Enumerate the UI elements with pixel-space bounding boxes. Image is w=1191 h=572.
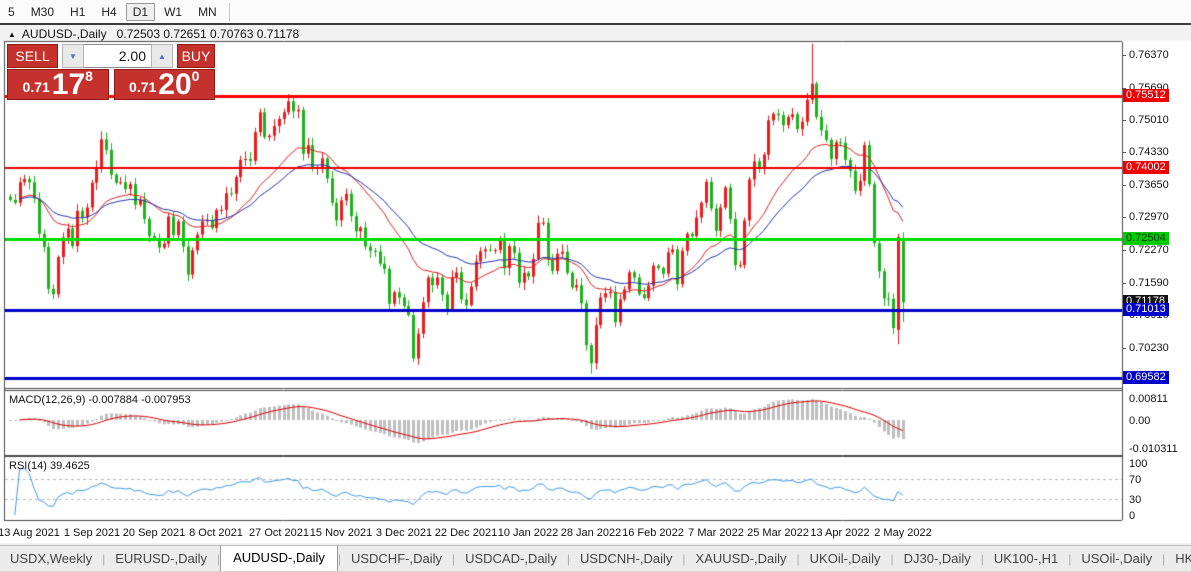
symbol-tab-dj30-daily[interactable]: DJ30-,Daily [894, 547, 981, 571]
date-axis-label: 16 Feb 2022 [622, 527, 684, 539]
price-axis-marker: 0.74002 [1123, 161, 1169, 174]
buy-price-big: 20 [158, 68, 192, 101]
rsi-axis-label: 100 [1129, 458, 1148, 470]
date-axis-label: 10 Jan 2022 [497, 527, 559, 539]
macd-indicator-label: MACD(12,26,9) -0.007884 -0.007953 [9, 394, 191, 406]
sell-button[interactable]: SELL [7, 44, 58, 68]
symbol-tab-usdcnh-daily[interactable]: USDCNH-,Daily [570, 547, 682, 571]
date-axis-label: 27 Oct 2021 [249, 527, 309, 539]
price-axis-label: 0.73650 [1129, 179, 1169, 191]
price-axis-label: 0.70230 [1129, 342, 1169, 354]
buy-button[interactable]: BUY [177, 44, 215, 68]
volume-increase-button[interactable]: ▲ [151, 44, 173, 68]
symbol-tab-ukoil-daily[interactable]: UKOil-,Daily [800, 547, 891, 571]
timeframe-toolbar: 5 M30 H1 H4 D1 W1 MN [0, 0, 1191, 25]
symbol-tab-usdx-weekly[interactable]: USDX,Weekly [0, 547, 102, 571]
price-axis-marker: 0.71013 [1123, 303, 1169, 316]
price-axis-tick-mark [1122, 120, 1126, 121]
timeframe-button-mn[interactable]: MN [191, 3, 224, 21]
price-axis-tick-mark [1122, 283, 1126, 284]
price-axis-tick-mark [1122, 250, 1126, 251]
date-axis-label: 22 Dec 2021 [434, 527, 498, 539]
timeframe-button-h4[interactable]: H4 [94, 3, 123, 21]
price-axis-tick-mark [1122, 217, 1126, 218]
chart-symbol-title: AUDUSD-,Daily [21, 27, 107, 41]
price-axis-label: 0.74330 [1129, 146, 1169, 158]
symbol-tab-hk50-[interactable]: HK50-, [1165, 547, 1191, 571]
sell-price-prefix: 0.71 [22, 79, 50, 95]
macd-axis-label: -0.010311 [1129, 443, 1178, 455]
timeframe-button-h1[interactable]: H1 [63, 3, 92, 21]
date-axis-label: 8 Oct 2021 [189, 527, 243, 539]
buy-price-sup: 0 [191, 68, 200, 84]
rsi-axis-label: 30 [1129, 494, 1142, 506]
price-axis-marker: 0.69582 [1123, 371, 1169, 384]
chart-ohlc-values: 0.72503 0.72651 0.70763 0.71178 [116, 27, 300, 41]
symbol-tab-usdcad-daily[interactable]: USDCAD-,Daily [455, 547, 567, 571]
timeframe-button-5[interactable]: 5 [1, 3, 22, 21]
chart-title-row: ▲ AUDUSD-,Daily 0.72503 0.72651 0.70763 … [0, 27, 1191, 41]
price-axis-marker: 0.72504 [1123, 232, 1169, 245]
volume-decrease-button[interactable]: ▼ [62, 44, 84, 68]
date-axis-label: 20 Sep 2021 [122, 527, 186, 539]
macd-axis-label: 0.00811 [1129, 393, 1168, 405]
symbol-tab-usdchf-daily[interactable]: USDCHF-,Daily [341, 547, 452, 571]
volume-input[interactable]: 2.00 [84, 44, 151, 68]
price-axis-label: 0.72970 [1129, 211, 1169, 223]
price-axis-label: 0.72270 [1129, 244, 1169, 256]
date-axis-label: 13 Apr 2022 [810, 527, 870, 539]
buy-price-panel[interactable]: 0.71 20 0 [113, 68, 215, 101]
date-axis-label: 25 Mar 2022 [747, 527, 809, 539]
buy-price-prefix: 0.71 [129, 79, 157, 95]
price-axis-label: 0.75010 [1129, 114, 1169, 126]
price-axis-tick-mark [1122, 152, 1126, 153]
one-click-trading-widget: SELL ▼ 2.00 ▲ BUY 0.71 17 8 0.71 20 0 [7, 44, 215, 100]
date-axis-label: 1 Sep 2021 [63, 527, 121, 539]
sell-price-sup: 8 [85, 68, 93, 84]
date-axis-label: 13 Aug 2021 [0, 527, 60, 539]
rsi-indicator-label: RSI(14) 39.4625 [9, 460, 90, 472]
rsi-axis-label: 70 [1129, 474, 1142, 486]
symbol-tab-eurusd-daily[interactable]: EURUSD-,Daily [105, 547, 217, 571]
price-axis-tick-mark [1122, 55, 1126, 56]
timeframe-button-d1[interactable]: D1 [125, 2, 156, 21]
toolbar-separator [228, 2, 230, 21]
symbol-tab-audusd-daily[interactable]: AUDUSD-,Daily [220, 546, 338, 571]
price-axis-tick-mark [1122, 185, 1126, 186]
sell-price-panel[interactable]: 0.71 17 8 [7, 68, 109, 101]
price-axis-tick-mark [1122, 348, 1126, 349]
date-axis-label: 15 Nov 2021 [309, 527, 373, 539]
collapse-triangle-icon[interactable]: ▲ [8, 30, 16, 39]
date-axis-label: 2 May 2022 [874, 527, 932, 539]
date-axis-label: 7 Mar 2022 [688, 527, 744, 539]
symbol-tab-xauusd-daily[interactable]: XAUUSD-,Daily [686, 547, 797, 571]
price-axis-marker: 0.75512 [1123, 89, 1169, 102]
timeframe-button-m30[interactable]: M30 [24, 3, 61, 21]
date-axis-label: 3 Dec 2021 [375, 527, 433, 539]
price-axis-label: 0.71590 [1129, 277, 1169, 289]
sell-price-big: 17 [51, 68, 86, 101]
rsi-axis-label: 0 [1129, 510, 1136, 522]
macd-axis-label: 0.00 [1129, 415, 1151, 427]
symbol-tab-uk100-h1[interactable]: UK100-,H1 [984, 547, 1068, 571]
timeframe-button-w1[interactable]: W1 [157, 3, 189, 21]
symbol-tab-usoil-daily[interactable]: USOil-,Daily [1071, 547, 1162, 571]
price-axis-label: 0.76370 [1129, 49, 1169, 61]
date-axis-label: 28 Jan 2022 [560, 527, 622, 539]
symbol-tab-bar: USDX,Weekly | EURUSD-,Daily | AUDUSD-,Daily |… [0, 545, 1191, 571]
